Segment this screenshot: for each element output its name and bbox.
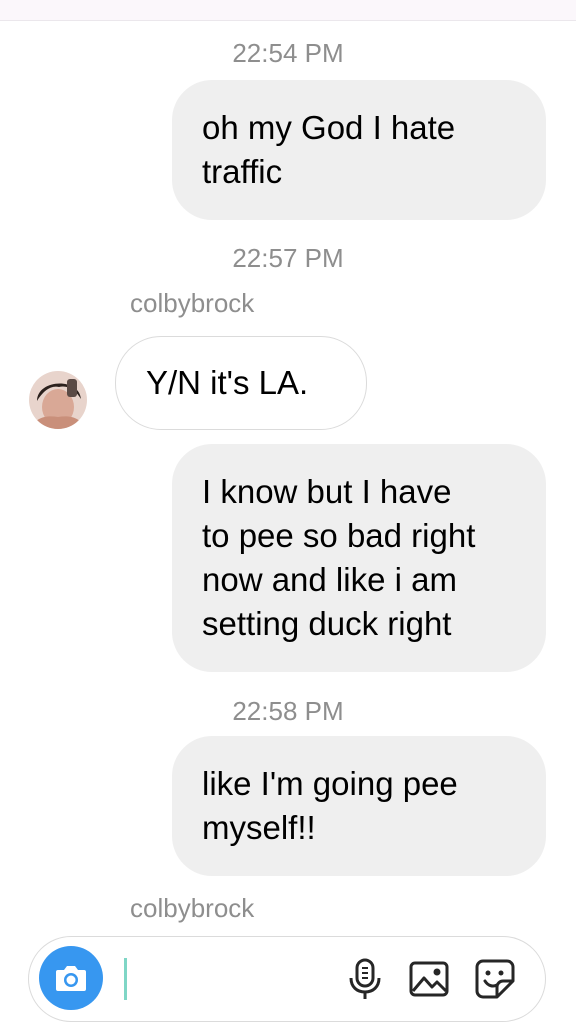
avatar-photo-icon [29,371,87,429]
avatar[interactable] [29,371,87,429]
outgoing-message[interactable]: oh my God I hate traffic [172,80,546,220]
timestamp: 22:54 PM [232,38,344,68]
status-bar [0,0,576,21]
timestamp: 22:58 PM [232,696,344,726]
sender-name: colbybrock [130,893,255,923]
outgoing-message[interactable]: like I'm going pee myself!! [172,736,546,876]
message-thread[interactable]: 22:54 PM oh my God I hate traffic 22:57 … [0,20,576,930]
camera-icon [56,966,86,991]
timestamp: 22:57 PM [232,243,344,273]
message-composer [28,936,546,1022]
sticker-icon[interactable] [473,957,517,1001]
gallery-icon[interactable] [407,957,451,1001]
text-cursor [124,958,127,1000]
sender-name: colbybrock [130,288,255,318]
camera-button[interactable] [39,946,103,1010]
microphone-icon[interactable] [343,957,387,1001]
outgoing-message[interactable]: I know but I have to pee so bad right no… [172,444,546,672]
message-input[interactable] [129,955,343,1005]
incoming-message[interactable]: Y/N it's LA. [115,336,367,430]
